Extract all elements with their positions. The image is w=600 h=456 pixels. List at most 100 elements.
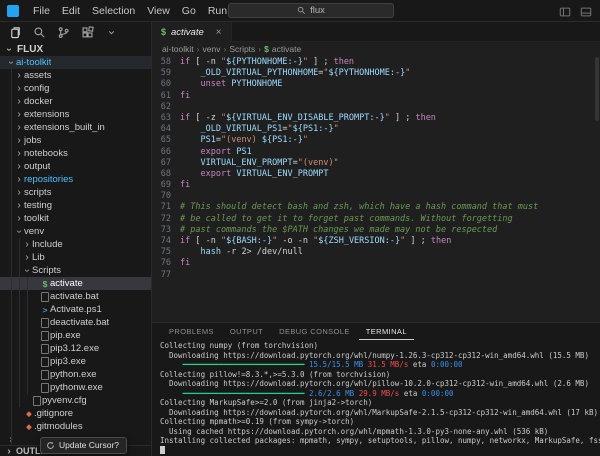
breadcrumb-item-ai-toolkit[interactable]: ai-toolkit (162, 44, 194, 54)
workbench: › FLUX ›ai-toolkit›assets›config›docker›… (0, 22, 600, 456)
update-notification[interactable]: Update Cursor? (40, 437, 127, 454)
menu-view[interactable]: View (141, 0, 176, 22)
code-text: hash -r 2> /dev/null (180, 247, 303, 258)
git-file-icon: ◆ (24, 410, 34, 418)
chevron-down-icon[interactable] (104, 25, 118, 39)
code-editor[interactable]: 58if [ -n "${PYTHONHOME:-}" ] ; then59 _… (152, 55, 600, 322)
menu-edit[interactable]: Edit (56, 0, 86, 22)
search-icon[interactable] (32, 25, 46, 39)
breadcrumb-item-venv[interactable]: venv (203, 44, 221, 54)
code-line: 67 VIRTUAL_ENV_PROMPT="(venv)" (152, 158, 600, 169)
code-line: 74if [ -n "${BASH:-}" -o -n "${ZSH_VERSI… (152, 236, 600, 247)
code-text: fi (180, 180, 190, 191)
tree-item-label: activate (50, 278, 83, 289)
terminal-line (160, 446, 600, 456)
tree-item-Lib[interactable]: ›Lib (0, 251, 151, 264)
search-value: flux (310, 5, 325, 16)
close-icon[interactable]: × (216, 27, 222, 38)
code-line: 73# past commands the $PATH changes we m… (152, 225, 600, 236)
code-line: 75 hash -r 2> /dev/null (152, 247, 600, 258)
tree-item-deactivate.bat[interactable]: deactivate.bat (0, 316, 151, 329)
terminal-line: Installing collected packages: mpmath, s… (160, 436, 600, 446)
tree-item-.gitmodules[interactable]: ◆.gitmodules (0, 420, 151, 433)
tree-item-jobs[interactable]: ›jobs (0, 134, 151, 147)
tree-item-label: scripts (24, 187, 51, 198)
layout-panel-icon[interactable] (579, 5, 593, 19)
source-control-icon[interactable] (56, 25, 70, 39)
menu-go[interactable]: Go (176, 0, 202, 22)
terminal[interactable]: Collecting numpy (from torchvision) Down… (152, 340, 600, 456)
code-text: if [ -n "${BASH:-}" -o -n "${ZSH_VERSION… (180, 236, 451, 247)
tree-item-pyvenv.cfg[interactable]: pyvenv.cfg (0, 394, 151, 407)
menu-file[interactable]: File (27, 0, 56, 22)
line-number: 72 (152, 214, 180, 225)
code-text: fi (180, 258, 190, 269)
tree-item-extensions[interactable]: ›extensions (0, 108, 151, 121)
panel-tab-terminal[interactable]: TERMINAL (359, 323, 414, 340)
files-icon[interactable] (8, 25, 22, 39)
tree-item-pip3.exe[interactable]: pip3.exe (0, 355, 151, 368)
tree-item-label: testing (24, 200, 52, 211)
breadcrumb-item-Scripts[interactable]: Scripts (229, 44, 255, 54)
code-line: 59 _OLD_VIRTUAL_PYTHONHOME="${PYTHONHOME… (152, 68, 600, 79)
tree-item-Include[interactable]: ›Include (0, 238, 151, 251)
tree-item-testing[interactable]: ›testing (0, 199, 151, 212)
code-line: 77 (152, 270, 600, 281)
code-text: _OLD_VIRTUAL_PS1="${PS1:-}" (180, 124, 339, 135)
extensions-icon[interactable] (80, 25, 94, 39)
tree-item-assets[interactable]: ›assets (0, 69, 151, 82)
chevron-right-icon: › (14, 161, 24, 172)
tree-item-pythonw.exe[interactable]: pythonw.exe (0, 381, 151, 394)
terminal-line: ━━━━━━━━━━━━━━━━━━━━━━━━━━━ 15.5/15.5 MB… (160, 360, 600, 370)
chevron-down-icon: › (14, 227, 25, 237)
tree-item-pip.exe[interactable]: pip.exe (0, 329, 151, 342)
tree-item-venv[interactable]: ›venv (0, 225, 151, 238)
bottom-panel: PROBLEMSOUTPUTDEBUG CONSOLETERMINAL Coll… (152, 322, 600, 456)
terminal-line: Collecting numpy (from torchvision) (160, 341, 600, 351)
tree-item-toolkit[interactable]: ›toolkit (0, 212, 151, 225)
code-line: 68 export VIRTUAL_ENV_PROMPT (152, 169, 600, 180)
shell-file-icon: $ (264, 44, 269, 54)
tree-item-ai-toolkit[interactable]: ›ai-toolkit (0, 56, 151, 69)
tree-item-activate.bat[interactable]: activate.bat (0, 290, 151, 303)
workspace-name: FLUX (17, 44, 43, 55)
tree-item-python.exe[interactable]: python.exe (0, 368, 151, 381)
chevron-right-icon: › (14, 148, 24, 159)
panel-tab-debug-console[interactable]: DEBUG CONSOLE (272, 323, 357, 340)
panel-tab-problems[interactable]: PROBLEMS (162, 323, 221, 340)
tree-item-.gitignore[interactable]: ◆.gitignore (0, 407, 151, 420)
tree-item-Activate.ps1[interactable]: >Activate.ps1 (0, 303, 151, 316)
tree-item-label: pip3.exe (50, 356, 86, 367)
tree-item-extensions_built_in[interactable]: ›extensions_built_in (0, 121, 151, 134)
editor-scrollbar[interactable] (595, 57, 599, 121)
tree-item-notebooks[interactable]: ›notebooks (0, 147, 151, 160)
tree-item-config[interactable]: ›config (0, 82, 151, 95)
chevron-right-icon: › (223, 44, 226, 54)
terminal-line: Downloading https://download.pytorch.org… (160, 408, 600, 418)
panel-tab-output[interactable]: OUTPUT (223, 323, 270, 340)
chevron-right-icon: › (14, 70, 24, 81)
tree-item-pip3.12.exe[interactable]: pip3.12.exe (0, 342, 151, 355)
app-logo-icon[interactable] (7, 5, 19, 17)
tree-item-repositories[interactable]: ›repositories (0, 173, 151, 186)
menu-selection[interactable]: Selection (86, 0, 141, 22)
tree-item-Scripts[interactable]: ›Scripts (0, 264, 151, 277)
line-number: 61 (152, 91, 180, 102)
line-number: 69 (152, 180, 180, 191)
tab-activate[interactable]: $ activate × (152, 22, 232, 42)
tree-item-output[interactable]: ›output (0, 160, 151, 173)
terminal-line: Collecting MarkupSafe>=2.0 (from jinja2-… (160, 398, 600, 408)
explorer-section-header[interactable]: › FLUX (0, 42, 151, 56)
layout-sidebar-icon[interactable] (558, 5, 572, 19)
breadcrumb-item-file[interactable]: activate (272, 44, 301, 54)
tree-item-label: jobs (24, 135, 41, 146)
command-center-search[interactable]: flux (228, 3, 394, 18)
chevron-right-icon: › (14, 83, 24, 94)
tree-item-activate[interactable]: $activate (0, 277, 151, 290)
code-line: 61fi (152, 91, 600, 102)
chevron-right-icon: › (14, 135, 24, 146)
tree-item-scripts[interactable]: ›scripts (0, 186, 151, 199)
tree-item-docker[interactable]: ›docker (0, 95, 151, 108)
terminal-line: Collecting mpmath>=0.19 (from sympy->tor… (160, 417, 600, 427)
tree-item-label: repositories (24, 174, 73, 185)
